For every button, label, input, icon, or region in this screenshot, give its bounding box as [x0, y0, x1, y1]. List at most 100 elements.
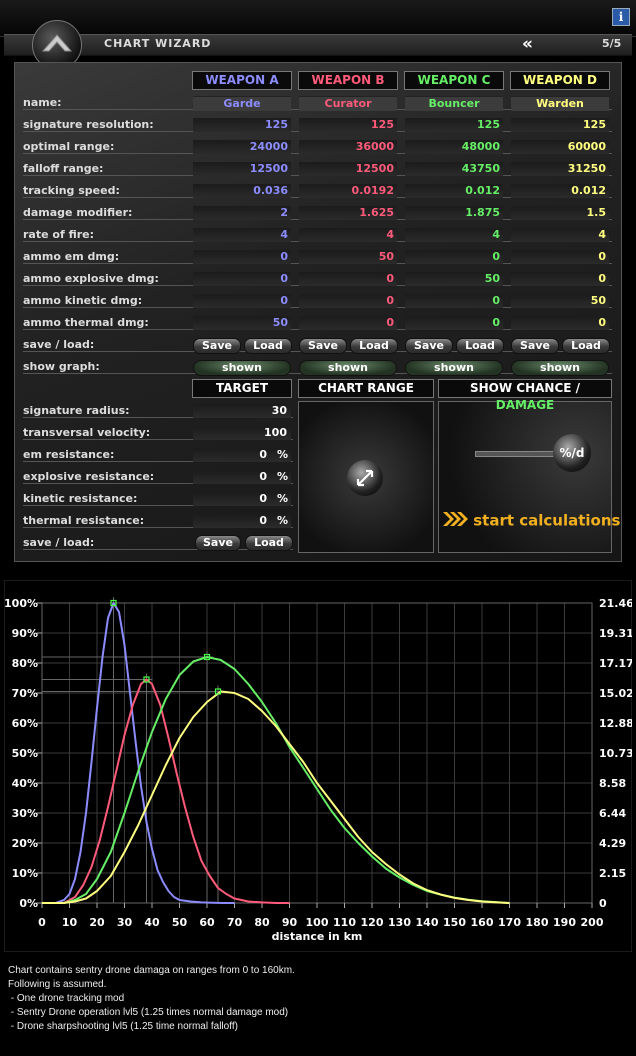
save-button[interactable]: Save: [511, 338, 559, 354]
x-tick-label: 80: [254, 916, 270, 929]
weapon-param-field[interactable]: 60000: [511, 140, 609, 154]
show-graph-toggle[interactable]: shown: [299, 360, 397, 376]
weapon-param-field[interactable]: 0: [511, 272, 609, 286]
target-value-field[interactable]: 0%: [193, 470, 291, 484]
y-tick-label-right: 10.73: [599, 747, 632, 760]
weapon-name-field[interactable]: Warden: [511, 96, 609, 111]
target-save-button[interactable]: Save: [195, 535, 241, 551]
target-row-label: explosive resistance:: [23, 470, 155, 483]
weapon-param-field[interactable]: 0: [405, 316, 503, 330]
footer-line: - Drone sharpshooting lvl5 (1.25 time no…: [8, 1021, 238, 1032]
weapon-param-field[interactable]: 0: [193, 294, 291, 308]
show-graph-toggle[interactable]: shown: [193, 360, 291, 376]
info-icon[interactable]: i: [612, 8, 630, 26]
save-button[interactable]: Save: [299, 338, 347, 354]
step-indicator: 5/5: [602, 37, 622, 50]
y-tick-label-left: 60%: [12, 717, 38, 730]
y-tick-label-right: 8.58: [599, 777, 626, 790]
weapon-param-field[interactable]: 0.036: [193, 184, 291, 198]
weapon-param-field[interactable]: 4: [405, 228, 503, 242]
load-button[interactable]: Load: [456, 338, 504, 354]
target-value-field[interactable]: 0%: [193, 514, 291, 528]
weapon-param-field[interactable]: 0.012: [405, 184, 503, 198]
y-tick-label-right: 19.31: [599, 627, 632, 640]
weapon-name-field[interactable]: Bouncer: [405, 96, 503, 111]
weapon-param-field[interactable]: 0: [193, 250, 291, 264]
back-button[interactable]: «: [522, 34, 533, 54]
target-value-field[interactable]: 0%: [193, 448, 291, 462]
x-tick-label: 0: [38, 916, 46, 929]
chance-damage-toggle[interactable]: %/d: [553, 434, 591, 472]
x-tick-label: 20: [89, 916, 105, 929]
target-unit: %: [276, 514, 288, 527]
target-value-field[interactable]: 100: [193, 426, 291, 440]
target-row-label: kinetic resistance:: [23, 492, 138, 505]
target-value-field[interactable]: 0%: [193, 492, 291, 506]
weapon-param-field[interactable]: 0: [299, 272, 397, 286]
show-graph-toggle[interactable]: shown: [405, 360, 503, 376]
load-button[interactable]: Load: [244, 338, 292, 354]
weapon-param-field[interactable]: 125: [193, 118, 291, 132]
weapon-param-field[interactable]: 4: [511, 228, 609, 242]
target-value: 0: [259, 448, 267, 461]
weapon-param-field[interactable]: 43750: [405, 162, 503, 176]
x-tick-label: 170: [498, 916, 521, 929]
row-label: ammo kinetic dmg:: [23, 294, 143, 307]
weapon-param-field[interactable]: 50: [299, 250, 397, 264]
y-tick-label-right: 15.02: [599, 687, 632, 700]
weapon-name-field[interactable]: Garde: [193, 96, 291, 111]
weapon-param-field[interactable]: 4: [193, 228, 291, 242]
target-value-field[interactable]: 30: [193, 404, 291, 418]
weapon-param-field[interactable]: 1.625: [299, 206, 397, 220]
show-mode-prefix: SHOW CHANCE /: [469, 381, 581, 395]
target-load-button[interactable]: Load: [245, 535, 293, 551]
weapon-param-field[interactable]: 125: [299, 118, 397, 132]
weapon-param-field[interactable]: 12500: [299, 162, 397, 176]
weapon-param-field[interactable]: 125: [511, 118, 609, 132]
target-value: 0: [259, 470, 267, 483]
show-mode-suffix: DAMAGE: [495, 398, 555, 412]
weapon-param-field[interactable]: 50: [193, 316, 291, 330]
weapon-param-field[interactable]: 31250: [511, 162, 609, 176]
x-tick-label: 120: [361, 916, 384, 929]
chart-wizard-window: i CHART WIZARD « 5/5 %/d start calculati…: [0, 0, 636, 1056]
wizard-title: CHART WIZARD: [104, 37, 212, 50]
weapon-param-field[interactable]: 125: [405, 118, 503, 132]
weapon-param-field[interactable]: 0.0192: [299, 184, 397, 198]
chart-range-box[interactable]: [298, 401, 434, 553]
weapon-param-field[interactable]: 12500: [193, 162, 291, 176]
weapon-param-field[interactable]: 1.875: [405, 206, 503, 220]
x-tick-label: 160: [471, 916, 494, 929]
weapon-param-field[interactable]: 0: [405, 294, 503, 308]
weapon-param-field[interactable]: 0: [511, 250, 609, 264]
range-knob[interactable]: [347, 460, 383, 496]
weapon-param-field[interactable]: 0: [511, 316, 609, 330]
start-calculations-button[interactable]: start calculations: [442, 511, 620, 531]
footer-notes: Chart contains sentry drone damaga on ra…: [0, 958, 636, 1056]
row-label: name:: [23, 96, 62, 109]
weapon-name-field[interactable]: Curator: [299, 96, 397, 111]
weapon-param-field[interactable]: 50: [405, 272, 503, 286]
load-button[interactable]: Load: [562, 338, 610, 354]
weapon-param-field[interactable]: 0: [405, 250, 503, 264]
show-mode-header: SHOW CHANCE / DAMAGE: [438, 379, 612, 412]
save-button[interactable]: Save: [193, 338, 241, 354]
show-graph-toggle[interactable]: shown: [511, 360, 609, 376]
weapon-header-3: WEAPON C: [404, 71, 504, 90]
weapon-param-field[interactable]: 0.012: [511, 184, 609, 198]
mode-slider-track[interactable]: [475, 451, 561, 457]
weapon-param-field[interactable]: 4: [299, 228, 397, 242]
row-label: optimal range:: [23, 140, 115, 153]
weapon-param-field[interactable]: 1.5: [511, 206, 609, 220]
weapon-param-field[interactable]: 36000: [299, 140, 397, 154]
save-button[interactable]: Save: [405, 338, 453, 354]
target-unit: %: [276, 492, 288, 505]
weapon-param-field[interactable]: 2: [193, 206, 291, 220]
weapon-param-field[interactable]: 0: [299, 316, 397, 330]
load-button[interactable]: Load: [350, 338, 398, 354]
weapon-param-field[interactable]: 0: [299, 294, 397, 308]
weapon-param-field[interactable]: 50: [511, 294, 609, 308]
weapon-param-field[interactable]: 24000: [193, 140, 291, 154]
weapon-param-field[interactable]: 48000: [405, 140, 503, 154]
weapon-param-field[interactable]: 0: [193, 272, 291, 286]
